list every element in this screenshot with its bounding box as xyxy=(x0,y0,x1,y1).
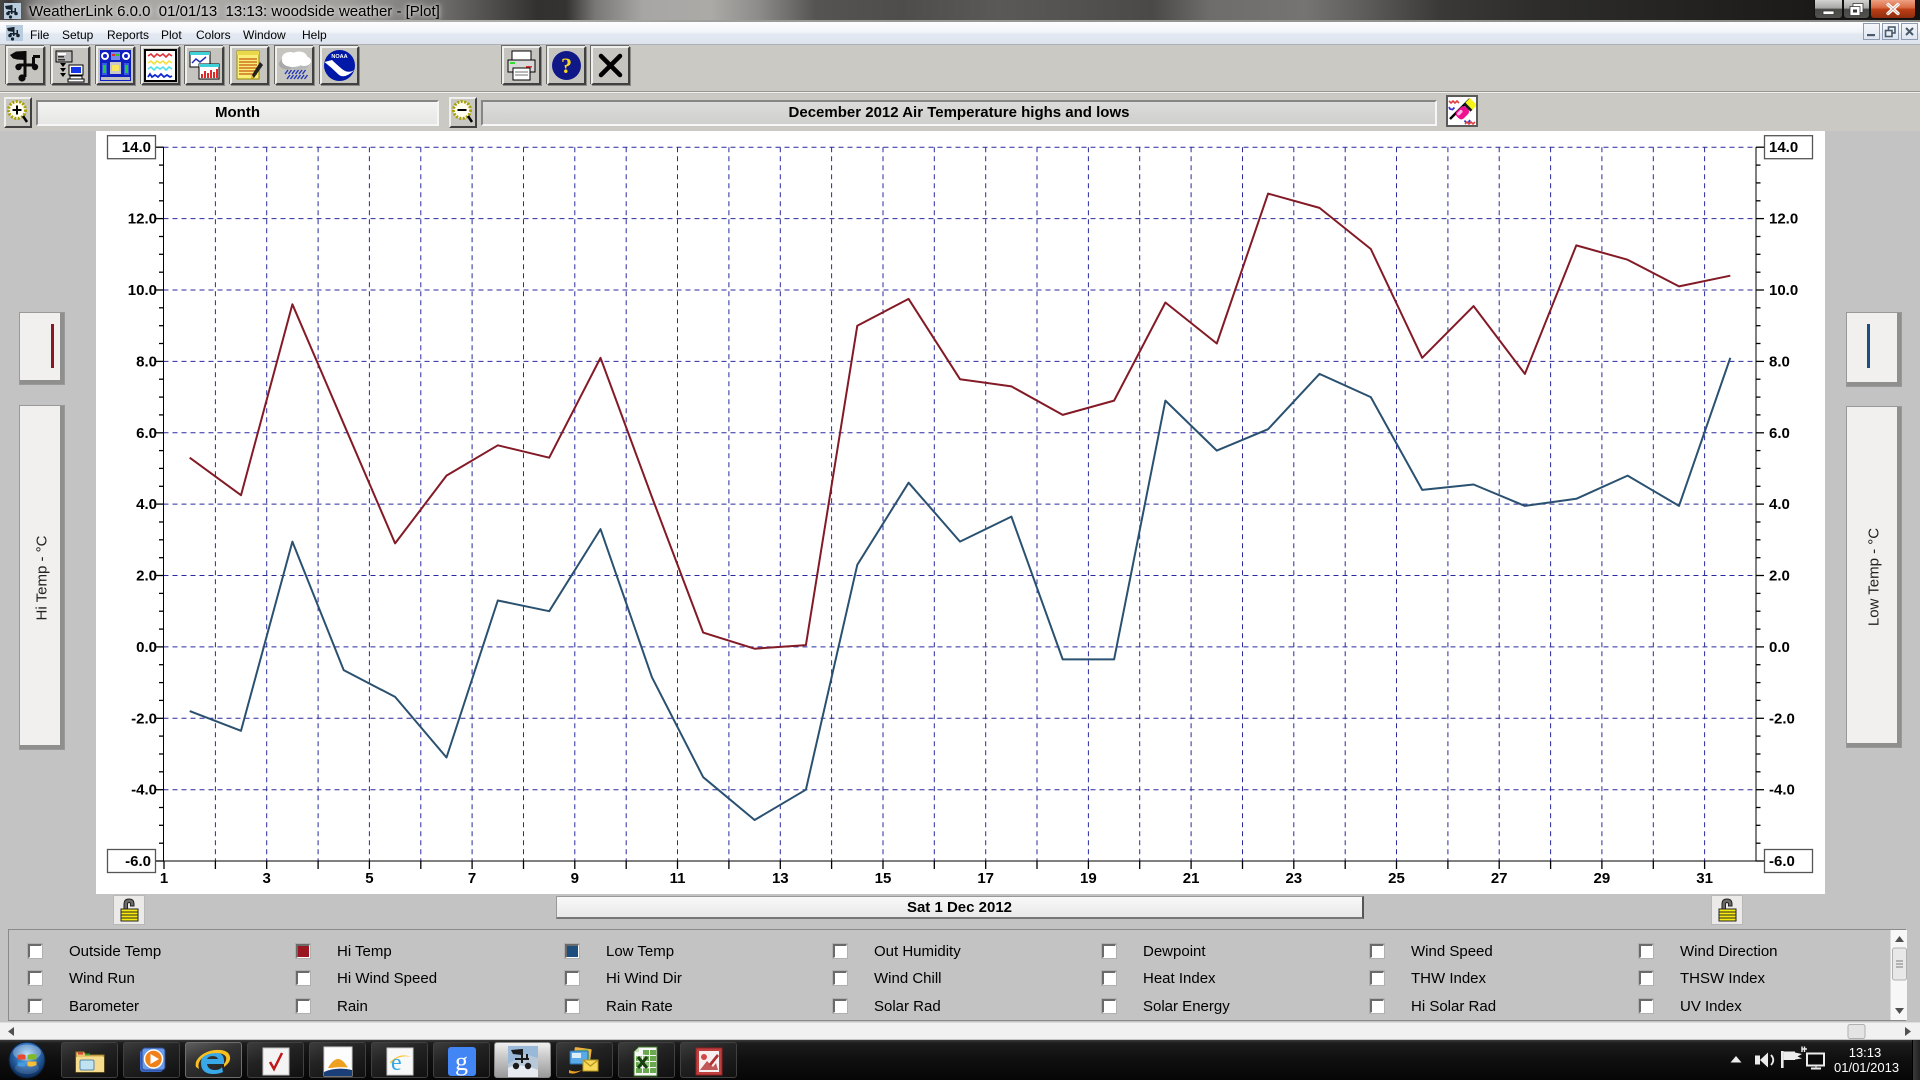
svg-text:6.0: 6.0 xyxy=(1769,425,1790,442)
svg-text:-6.0: -6.0 xyxy=(125,853,151,870)
svg-text:15: 15 xyxy=(875,870,892,887)
svg-text:6.0: 6.0 xyxy=(136,425,157,442)
svg-text:19: 19 xyxy=(1080,870,1097,887)
svg-text:10.0: 10.0 xyxy=(128,282,157,299)
svg-text:5: 5 xyxy=(365,870,373,887)
svg-text:?: ? xyxy=(561,53,572,78)
svg-text:12.0: 12.0 xyxy=(128,211,157,228)
svg-text:27: 27 xyxy=(1491,870,1508,887)
svg-text:9: 9 xyxy=(571,870,579,887)
svg-text:-2.0: -2.0 xyxy=(1769,710,1795,727)
svg-text:0.0: 0.0 xyxy=(1769,639,1790,656)
svg-text:12.0: 12.0 xyxy=(1769,211,1798,228)
svg-text:2.0: 2.0 xyxy=(1769,568,1790,585)
svg-text:11: 11 xyxy=(670,870,686,887)
svg-text:7: 7 xyxy=(468,870,476,887)
svg-text:14.0: 14.0 xyxy=(122,139,151,156)
svg-text:3: 3 xyxy=(263,870,271,887)
svg-text:-2.0: -2.0 xyxy=(131,710,157,727)
svg-text:23: 23 xyxy=(1285,870,1302,887)
svg-text:4.0: 4.0 xyxy=(1769,496,1790,513)
svg-text:0.0: 0.0 xyxy=(136,639,157,656)
svg-text:2.0: 2.0 xyxy=(136,568,157,585)
svg-text:10.0: 10.0 xyxy=(1769,282,1798,299)
svg-text:NOAA: NOAA xyxy=(331,54,347,60)
svg-text:-4.0: -4.0 xyxy=(131,782,157,799)
svg-text:17: 17 xyxy=(977,870,994,887)
svg-text:25: 25 xyxy=(1388,870,1405,887)
svg-text:e: e xyxy=(391,1050,402,1076)
svg-text:13: 13 xyxy=(772,870,789,887)
svg-text:8.0: 8.0 xyxy=(1769,353,1790,370)
svg-text:-4.0: -4.0 xyxy=(1769,782,1795,799)
svg-text:g: g xyxy=(455,1047,468,1076)
svg-text:4.0: 4.0 xyxy=(136,496,157,513)
svg-text:29: 29 xyxy=(1594,870,1611,887)
svg-text:21: 21 xyxy=(1183,870,1200,887)
svg-text:31: 31 xyxy=(1696,870,1713,887)
svg-text:1: 1 xyxy=(160,870,168,887)
svg-text:-6.0: -6.0 xyxy=(1769,853,1795,870)
svg-text:8.0: 8.0 xyxy=(136,353,157,370)
svg-text:14.0: 14.0 xyxy=(1769,139,1798,156)
